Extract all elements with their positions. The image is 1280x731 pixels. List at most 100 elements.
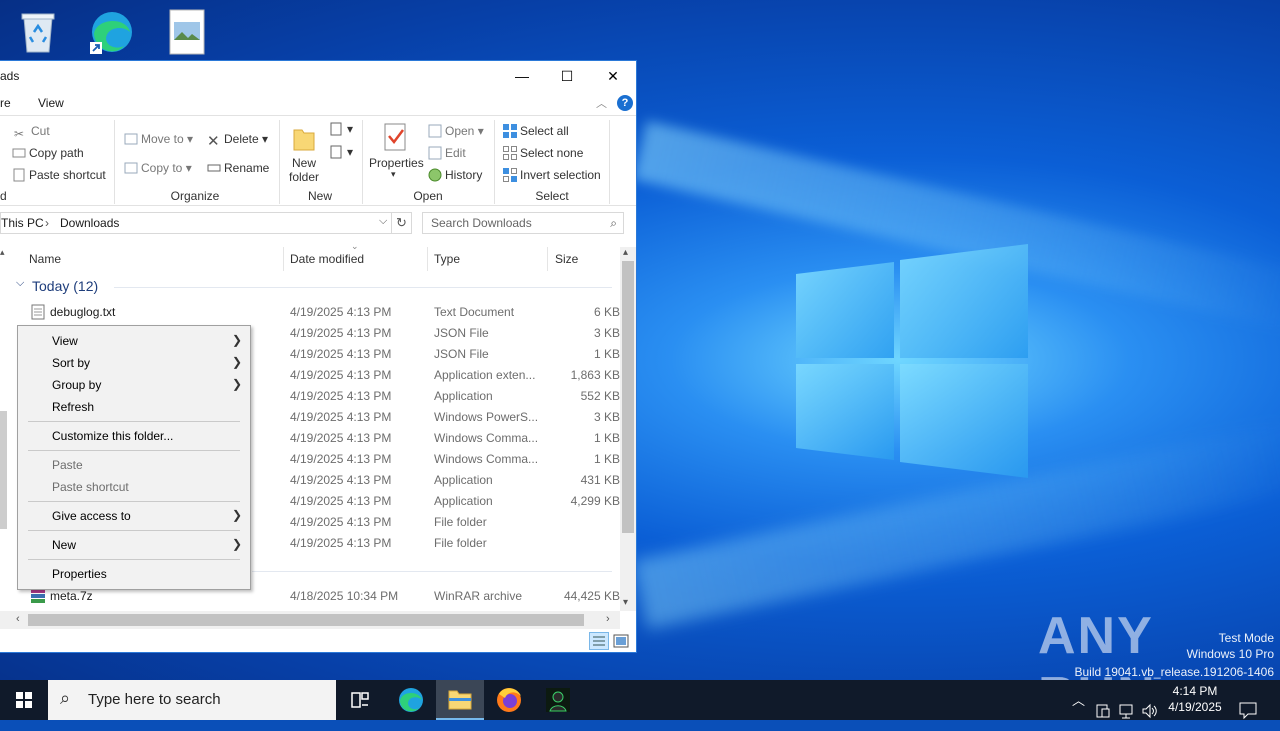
menu-item-give-access[interactable]: Give access to — [52, 509, 131, 523]
tab-view[interactable]: View — [38, 96, 64, 110]
tab-share[interactable]: re — [0, 96, 11, 110]
edit-button[interactable]: Edit — [428, 146, 466, 160]
nav-pane-scrollbar[interactable] — [0, 411, 7, 529]
file-type: Windows Comma... — [434, 452, 539, 466]
rename-icon — [207, 164, 221, 172]
menu-item-customize-folder[interactable]: Customize this folder... — [52, 429, 173, 443]
column-size[interactable]: Size — [555, 252, 578, 266]
taskbar-search-box[interactable]: ⌕ Type here to search — [48, 680, 336, 720]
menu-item-view[interactable]: View — [52, 334, 78, 348]
minimize-button[interactable]: — — [499, 61, 545, 91]
delete-button[interactable]: ✕ Delete ▾ — [207, 132, 268, 150]
easy-access-button[interactable]: ▾ — [330, 145, 353, 159]
folder-icon — [448, 690, 472, 710]
properties-button[interactable]: Properties — [369, 156, 424, 170]
winrar-archive-icon — [31, 589, 45, 603]
edge-taskbar-icon[interactable] — [387, 680, 435, 720]
move-to-button[interactable]: Move to ▾ — [124, 132, 193, 146]
network-icon[interactable] — [1118, 691, 1136, 731]
horizontal-scrollbar[interactable]: ‹ › — [0, 611, 620, 629]
file-date: 4/19/2025 4:13 PM — [290, 410, 392, 424]
column-separator[interactable] — [427, 247, 428, 271]
scroll-down-icon[interactable]: ▾ — [623, 597, 628, 608]
search-input[interactable]: Search Downloads ⌕ — [422, 212, 624, 234]
address-bar[interactable]: This PC › Downloads ⌵ — [0, 212, 392, 234]
volume-icon[interactable] — [1141, 691, 1159, 731]
rename-button[interactable]: Rename — [207, 161, 269, 175]
open-button[interactable]: Open ▾ — [428, 124, 484, 138]
menu-item-refresh[interactable]: Refresh — [52, 400, 94, 414]
close-button[interactable]: ✕ — [590, 61, 636, 91]
menu-item-paste[interactable]: Paste — [52, 458, 83, 472]
scroll-left-icon[interactable]: ‹ — [16, 613, 20, 625]
file-date: 4/19/2025 4:13 PM — [290, 473, 392, 487]
new-folder-button-line2[interactable]: folder — [289, 170, 319, 184]
new-folder-button[interactable]: New — [292, 156, 316, 170]
table-row[interactable]: debuglog.txt 4/19/2025 4:13 PM Text Docu… — [0, 302, 620, 323]
column-name[interactable]: Name — [29, 252, 61, 266]
history-button[interactable]: History — [428, 168, 482, 182]
menu-item-group-by[interactable]: Group by — [52, 378, 101, 392]
properties-icon — [384, 123, 406, 151]
column-separator[interactable] — [283, 247, 284, 271]
taskbar-clock[interactable]: 4:14 PM 4/19/2025 — [1160, 683, 1230, 715]
maximize-button[interactable]: ☐ — [544, 61, 590, 91]
select-all-button[interactable]: Select all — [503, 124, 569, 138]
paste-shortcut-button[interactable]: Paste shortcut — [12, 168, 106, 182]
copy-path-button[interactable]: Copy path — [12, 146, 84, 160]
column-separator[interactable] — [547, 247, 548, 271]
windows-edition-text: Windows 10 Pro — [1186, 647, 1274, 661]
file-date: 4/19/2025 4:13 PM — [290, 305, 392, 319]
vertical-scrollbar[interactable]: ▴ ▾ — [620, 247, 636, 611]
breadcrumb-this-pc[interactable]: This PC — [1, 216, 44, 230]
image-file-icon[interactable] — [162, 8, 210, 56]
notifications-icon[interactable] — [1238, 690, 1258, 730]
select-none-button[interactable]: Select none — [503, 146, 583, 160]
menu-item-sort-by[interactable]: Sort by — [52, 356, 90, 370]
firefox-icon[interactable] — [485, 680, 533, 720]
task-view-icon[interactable] — [336, 680, 384, 720]
menu-item-new[interactable]: New — [52, 538, 76, 552]
refresh-icon[interactable]: ↻ — [392, 212, 412, 234]
devices-icon[interactable] — [1094, 691, 1112, 731]
show-hidden-icons-icon[interactable]: ︿ — [1072, 690, 1085, 730]
hacker-app-icon[interactable] — [534, 680, 582, 720]
recycle-bin-icon[interactable] — [14, 8, 62, 56]
file-explorer-taskbar-button[interactable] — [436, 680, 484, 720]
large-icons-view-icon[interactable] — [613, 633, 629, 649]
properties-dropdown-icon[interactable]: ▾ — [391, 169, 396, 180]
breadcrumb-downloads[interactable]: Downloads — [60, 216, 119, 230]
menu-separator — [28, 450, 240, 451]
search-icon: ⌕ — [60, 688, 71, 708]
details-view-icon[interactable] — [589, 632, 609, 650]
new-folder-label-1: New — [292, 156, 317, 170]
edge-browser-icon[interactable] — [86, 8, 134, 56]
file-type: Windows PowerS... — [434, 410, 539, 424]
copy-path-icon — [12, 148, 26, 158]
horizontal-scroll-thumb[interactable] — [28, 614, 584, 626]
nav-scroll-up-icon[interactable]: ▴ — [0, 247, 7, 263]
title-bar[interactable]: ads — ☐ ✕ — [0, 61, 636, 91]
address-dropdown-icon[interactable]: ⌵ — [379, 215, 387, 228]
group-select-label: Select — [535, 189, 569, 203]
start-button-windows-icon[interactable] — [0, 680, 48, 720]
column-date-modified[interactable]: Date modified — [290, 252, 364, 266]
column-type[interactable]: Type — [434, 252, 460, 266]
invert-selection-button[interactable]: Invert selection — [503, 168, 601, 182]
menu-item-properties[interactable]: Properties — [52, 567, 107, 581]
easy-access-icon — [330, 145, 342, 159]
copy-to-label: Copy to — [141, 161, 183, 175]
submenu-arrow-icon: ❯ — [232, 537, 243, 551]
group-collapse-icon[interactable]: ⌵ — [16, 277, 24, 290]
collapse-ribbon-icon[interactable]: ︿ — [596, 95, 607, 111]
new-item-button[interactable]: ▾ — [330, 122, 353, 136]
help-icon[interactable]: ? — [617, 95, 633, 111]
menu-item-paste-shortcut[interactable]: Paste shortcut — [52, 480, 129, 494]
cut-button[interactable]: ✂ Cut — [14, 124, 50, 141]
scroll-right-icon[interactable]: › — [606, 613, 610, 625]
copy-to-button[interactable]: Copy to ▾ — [124, 161, 192, 175]
group-header-today[interactable]: ⌵ Today (12) — [16, 277, 612, 297]
scroll-up-icon[interactable]: ▴ — [623, 247, 628, 258]
vertical-scroll-thumb[interactable] — [622, 261, 634, 533]
group-header-label: Today (12) — [32, 278, 99, 294]
